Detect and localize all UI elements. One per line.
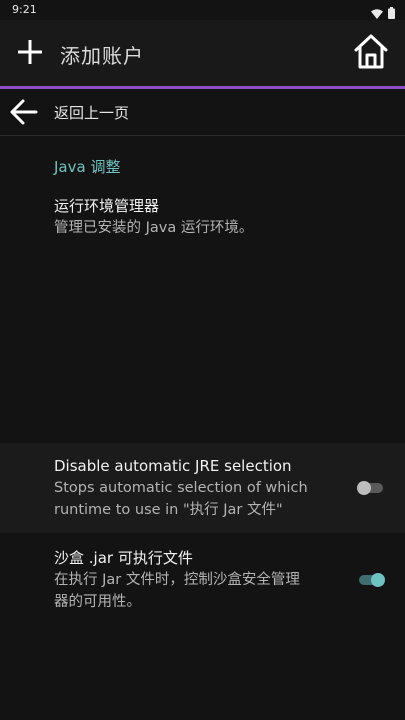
app-title: 添加账户	[60, 44, 144, 68]
pref-title: 沙盒 .jar 可执行文件	[54, 549, 193, 567]
pref-summary: 管理已安装的 Java 运行环境。	[54, 220, 254, 236]
status-bar: 9:21	[0, 0, 405, 20]
home-icon	[352, 33, 390, 75]
plus-icon	[17, 39, 43, 69]
pref-summary-line-1: 在执行 Jar 文件时，控制沙盒安全管理	[54, 572, 300, 588]
screen: 9:21 添加账户 返回上一页 Java 调整 运行环境管理器 管理已安装的 J…	[0, 0, 405, 720]
pref-title: 运行环境管理器	[54, 197, 160, 215]
pref-runtime-manager[interactable]: 运行环境管理器 管理已安装的 Java 运行环境。	[54, 195, 344, 239]
add-account-button[interactable]	[14, 38, 46, 70]
pref-summary-line-1: Stops automatic selection of which	[54, 480, 308, 496]
pref-disable-auto-jre: Disable automatic JRE selection Stops au…	[54, 455, 344, 521]
pref-title: Disable automatic JRE selection	[54, 457, 292, 475]
pref-summary-line-2: runtime to use in "执行 Jar 文件"	[54, 502, 283, 518]
back-label: 返回上一页	[54, 104, 130, 122]
section-title-java-tweaks: Java 调整	[54, 158, 121, 176]
back-row[interactable]: 返回上一页	[0, 89, 405, 136]
disable-auto-jre-switch[interactable]	[357, 478, 385, 498]
pref-summary-line-2: 器的可用性。	[54, 594, 141, 610]
switch-thumb	[371, 573, 385, 587]
sandbox-jar-switch[interactable]	[357, 570, 385, 590]
pref-sandbox-jar[interactable]: 沙盒 .jar 可执行文件 在执行 Jar 文件时，控制沙盒安全管理 器的可用性…	[54, 547, 344, 613]
switch-thumb	[357, 481, 371, 495]
arrow-left-icon[interactable]	[10, 99, 38, 125]
home-button[interactable]	[351, 34, 391, 74]
status-time: 9:21	[12, 3, 37, 16]
